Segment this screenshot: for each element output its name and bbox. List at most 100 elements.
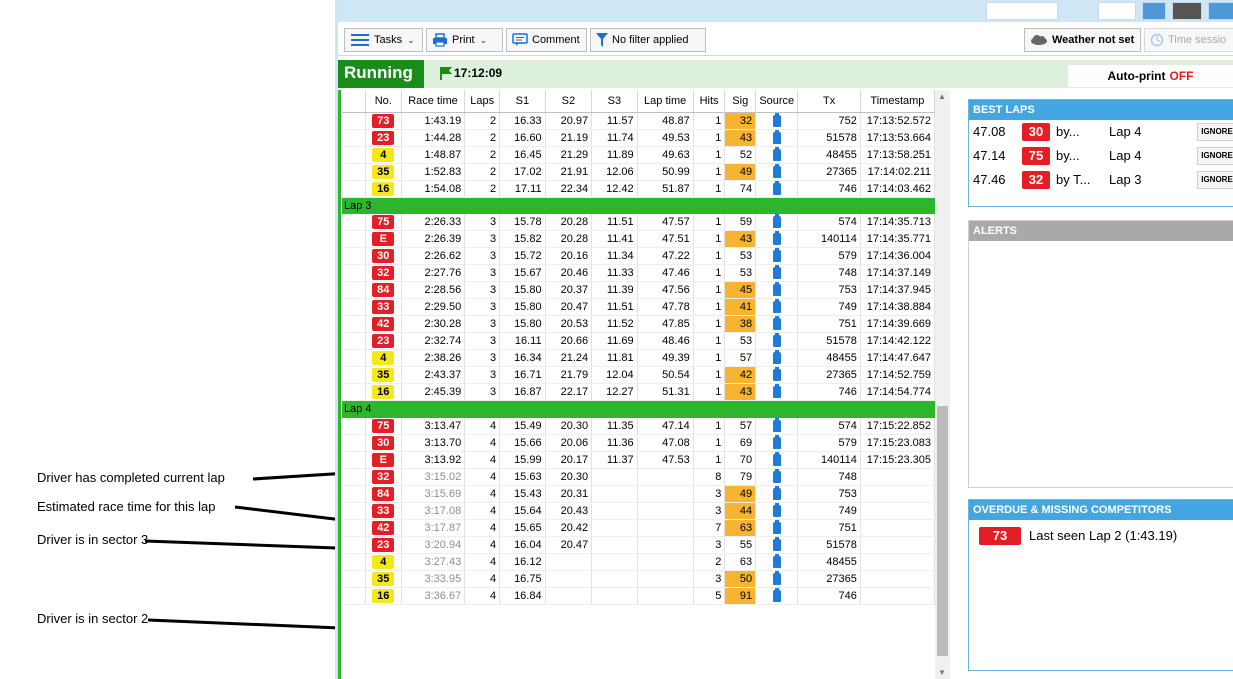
- table-row[interactable]: 16 2:45.39 3 16.87 22.17 12.27 51.31 1 43 746 17:1…: [342, 383, 936, 402]
- scrollbar-thumb[interactable]: [937, 406, 948, 656]
- competitor-number-badge[interactable]: 23: [372, 334, 395, 349]
- competitor-number-badge[interactable]: 4: [372, 147, 395, 162]
- competitor-number-badge[interactable]: 42: [372, 317, 395, 332]
- competitor-number-badge[interactable]: 35: [372, 572, 395, 587]
- ignore-button[interactable]: IGNORE: [1197, 147, 1233, 165]
- tasks-button[interactable]: Tasks ⌄: [344, 28, 423, 52]
- table-row[interactable]: 35 2:43.37 3 16.71 21.79 12.04 50.54 1 42 27365 17…: [342, 366, 936, 385]
- competitor-number-badge[interactable]: 84: [372, 283, 395, 298]
- competitor-number-badge[interactable]: 16: [372, 385, 395, 400]
- source-cell: [755, 417, 799, 436]
- competitor-number-badge[interactable]: E: [372, 453, 395, 468]
- ignore-button[interactable]: IGNORE: [1197, 123, 1233, 141]
- competitor-number-badge[interactable]: 23: [372, 538, 395, 553]
- comment-button[interactable]: Comment: [506, 28, 587, 52]
- table-row[interactable]: 23 1:44.28 2 16.60 21.19 11.74 49.53 1 43 51578 17…: [342, 129, 936, 147]
- ribbon-hidden-control[interactable]: [986, 2, 1058, 20]
- column-header[interactable]: S3: [591, 90, 638, 113]
- table-row[interactable]: 16 1:54.08 2 17.11 22.34 12.42 51.87 1 74 746 17:1…: [342, 180, 936, 198]
- table-row[interactable]: 73 1:43.19 2 16.33 20.97 11.57 48.87 1 32 752 17:1…: [342, 112, 936, 130]
- column-header[interactable]: Laps: [464, 90, 501, 113]
- table-row[interactable]: 32 3:15.02 4 15.63 20.30 8 79 748: [342, 468, 936, 487]
- column-header[interactable]: Source: [755, 90, 799, 113]
- scroll-up-icon[interactable]: ▲: [938, 92, 946, 101]
- competitor-number-badge[interactable]: 35: [372, 368, 395, 383]
- competitor-number-badge[interactable]: 4: [372, 555, 395, 570]
- table-row[interactable]: 35 3:33.95 4 16.75 3 50 27365: [342, 570, 936, 589]
- table-row[interactable]: 84 2:28.56 3 15.80 20.37 11.39 47.56 1 45 753 17:1…: [342, 281, 936, 300]
- filter-button[interactable]: No filter applied: [590, 28, 706, 52]
- table-row[interactable]: 4 1:48.87 2 16.45 21.29 11.89 49.63 1 52 48455 17:…: [342, 146, 936, 164]
- competitor-number-badge[interactable]: 32: [372, 266, 395, 281]
- overdue-competitor-row[interactable]: 73 Last seen Lap 2 (1:43.19): [969, 524, 1233, 548]
- decoder-icon: [772, 384, 781, 399]
- weather-button[interactable]: Weather not set: [1024, 28, 1141, 52]
- table-row[interactable]: 33 2:29.50 3 15.80 20.47 11.51 47.78 1 41 749 17:1…: [342, 298, 936, 317]
- lap-group-header[interactable]: Lap 4: [342, 400, 935, 418]
- lap-group-header[interactable]: Lap 3: [342, 197, 935, 214]
- column-header[interactable]: Sig: [724, 90, 757, 113]
- competitor-number-badge[interactable]: 16: [372, 181, 395, 196]
- table-row[interactable]: 30 3:13.70 4 15.66 20.06 11.36 47.08 1 69 579 17:1…: [342, 434, 936, 453]
- competitor-number-cell: 32: [365, 264, 402, 283]
- competitor-number-badge[interactable]: 23: [372, 130, 395, 145]
- table-row[interactable]: E 2:26.39 3 15.82 20.28 11.41 47.51 1 43 140114 17…: [342, 230, 936, 249]
- competitor-number-badge[interactable]: 84: [372, 487, 395, 502]
- column-header[interactable]: S2: [545, 90, 593, 113]
- source-cell: [755, 281, 799, 300]
- ignore-button[interactable]: IGNORE: [1197, 171, 1233, 189]
- column-header[interactable]: No.: [365, 90, 402, 113]
- best-lap-competitor-badge: 32: [1022, 171, 1050, 189]
- table-row[interactable]: 42 3:17.87 4 15.65 20.42 7 63 751: [342, 519, 936, 538]
- competitor-number-badge[interactable]: 33: [372, 300, 395, 315]
- ribbon-hidden-control[interactable]: [1172, 2, 1202, 20]
- competitor-number-badge[interactable]: 32: [372, 470, 395, 485]
- ribbon-hidden-control[interactable]: [1208, 2, 1233, 20]
- column-header[interactable]: S1: [499, 90, 546, 113]
- print-button[interactable]: Print ⌄: [426, 28, 503, 52]
- competitor-number-badge[interactable]: 35: [372, 164, 395, 179]
- competitor-number-badge[interactable]: 16: [372, 589, 395, 604]
- table-row[interactable]: 42 2:30.28 3 15.80 20.53 11.52 47.85 1 38 751 17:1…: [342, 315, 936, 334]
- lap-time-cell: 47.56: [637, 281, 694, 300]
- table-row[interactable]: 84 3:15.69 4 15.43 20.31 3 49 753: [342, 485, 936, 504]
- competitor-number-badge[interactable]: E: [372, 232, 395, 247]
- table-row[interactable]: 4 3:27.43 4 16.12 2 63 48455: [342, 553, 936, 572]
- table-row[interactable]: 32 2:27.76 3 15.67 20.46 11.33 47.46 1 53 748 17:1…: [342, 264, 936, 283]
- competitor-number-badge[interactable]: 73: [372, 113, 395, 128]
- grid-scrollbar[interactable]: ▲ ▼: [935, 90, 950, 679]
- best-lap-row[interactable]: 47.46 32 by T... Lap 3 IGNORE: [969, 168, 1233, 192]
- time-session-button[interactable]: Time sessio: [1144, 28, 1233, 52]
- competitor-number-badge[interactable]: 4: [372, 351, 395, 366]
- hits-cell: 1: [693, 366, 726, 385]
- competitor-number-badge[interactable]: 33: [372, 504, 395, 519]
- table-row[interactable]: 35 1:52.83 2 17.02 21.91 12.06 50.99 1 49 27365 17…: [342, 163, 936, 181]
- ribbon-hidden-control[interactable]: [1142, 2, 1166, 20]
- best-lap-row[interactable]: 47.14 75 by... Lap 4 IGNORE: [969, 144, 1233, 168]
- table-row[interactable]: 33 3:17.08 4 15.64 20.43 3 44 749: [342, 502, 936, 521]
- s2-cell: 20.28: [545, 230, 593, 249]
- scroll-down-icon[interactable]: ▼: [938, 668, 946, 677]
- best-lap-row[interactable]: 47.08 30 by... Lap 4 IGNORE: [969, 120, 1233, 144]
- autoprint-toggle[interactable]: Auto-print OFF: [1068, 65, 1233, 87]
- column-header[interactable]: Lap time: [637, 90, 694, 113]
- ribbon-hidden-control[interactable]: [1098, 2, 1136, 20]
- column-header[interactable]: Tx: [797, 90, 861, 113]
- competitor-number-badge[interactable]: 75: [372, 418, 395, 433]
- table-row[interactable]: 16 3:36.67 4 16.84 5 91 746: [342, 587, 936, 606]
- competitor-number-badge[interactable]: 42: [372, 521, 395, 536]
- column-header[interactable]: Race time: [401, 90, 466, 113]
- competitor-number-badge[interactable]: 75: [372, 215, 395, 230]
- table-row[interactable]: 75 3:13.47 4 15.49 20.30 11.35 47.14 1 57 574 17:1…: [342, 417, 936, 436]
- table-row[interactable]: 23 3:20.94 4 16.04 20.47 3 55 51578: [342, 536, 936, 555]
- table-row[interactable]: 4 2:38.26 3 16.34 21.24 11.81 49.39 1 57 48455 17:…: [342, 349, 936, 368]
- table-row[interactable]: 75 2:26.33 3 15.78 20.28 11.51 47.57 1 59 574 17:1…: [342, 213, 936, 232]
- column-header[interactable]: Hits: [693, 90, 726, 113]
- table-row[interactable]: E 3:13.92 4 15.99 20.17 11.37 47.53 1 70 140114 17…: [342, 451, 936, 470]
- competitor-number-badge[interactable]: 30: [372, 436, 395, 451]
- source-cell: [755, 163, 799, 181]
- table-row[interactable]: 23 2:32.74 3 16.11 20.66 11.69 48.46 1 53 51578 17…: [342, 332, 936, 351]
- table-row[interactable]: 30 2:26.62 3 15.72 20.16 11.34 47.22 1 53 579 17:1…: [342, 247, 936, 266]
- column-header[interactable]: Timestamp: [860, 90, 936, 113]
- competitor-number-badge[interactable]: 30: [372, 249, 395, 264]
